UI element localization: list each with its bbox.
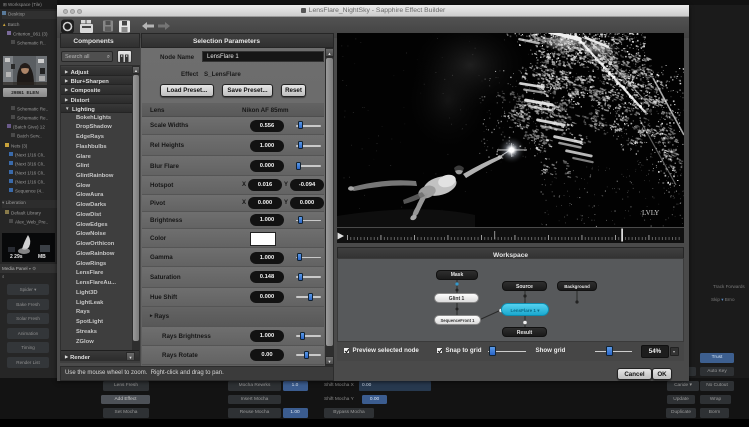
svg-text:MB: MB [38, 254, 46, 260]
svg-text:2 29s: 2 29s [10, 254, 23, 260]
svg-text:LVLY: LVLY [642, 209, 659, 217]
